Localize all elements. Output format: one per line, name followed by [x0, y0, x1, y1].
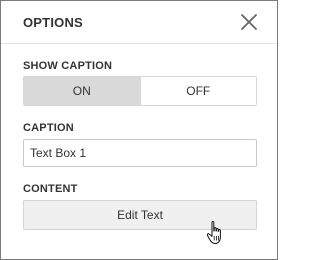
close-icon — [241, 14, 257, 30]
edit-text-button[interactable]: Edit Text — [23, 200, 257, 230]
close-button[interactable] — [239, 12, 259, 32]
caption-input[interactable] — [23, 139, 257, 167]
panel-header: OPTIONS — [1, 1, 277, 44]
show-caption-toggle: ON OFF — [23, 76, 257, 106]
content-label: CONTENT — [23, 183, 78, 195]
toggle-on-option[interactable]: ON — [24, 77, 141, 105]
options-panel: OPTIONS SHOW CAPTION ON OFF CAPTION CONT… — [0, 0, 278, 260]
panel-title: OPTIONS — [23, 15, 83, 30]
toggle-off-option[interactable]: OFF — [140, 77, 256, 105]
show-caption-label: SHOW CAPTION — [23, 60, 113, 72]
caption-label: CAPTION — [23, 122, 74, 134]
